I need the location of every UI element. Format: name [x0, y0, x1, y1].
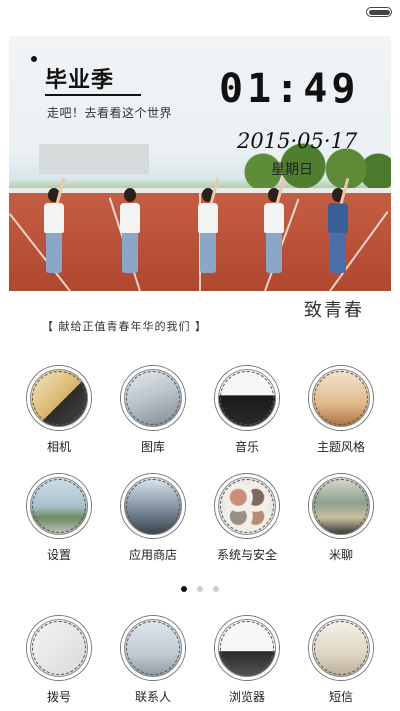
- app-label: 设置: [46, 548, 71, 562]
- app-label: 相机: [46, 440, 71, 454]
- app-store[interactable]: 应用商店: [108, 474, 198, 563]
- app-gallery[interactable]: 图库: [108, 366, 198, 455]
- clock-time[interactable]: 01:49: [219, 66, 359, 112]
- app-label: 系统与安全: [216, 548, 277, 562]
- app-theme[interactable]: 主题风格: [296, 366, 386, 455]
- app-label: 音乐: [234, 440, 259, 454]
- app-label: 米聊: [328, 548, 353, 562]
- widget-photo: 毕业季 走吧！去看看这个世界 01:49 2015·05·17 星期日: [9, 36, 391, 291]
- widget-subtitle: 走吧！去看看这个世界: [47, 106, 173, 120]
- app-music[interactable]: 音乐: [202, 366, 292, 455]
- app-label: 短信: [328, 690, 353, 704]
- contacts-icon: [121, 616, 185, 680]
- camera-icon: [27, 366, 91, 430]
- security-icon: [215, 474, 279, 538]
- dialer-icon: [27, 616, 91, 680]
- app-store-icon: [121, 474, 185, 538]
- app-contacts[interactable]: 联系人: [108, 616, 198, 705]
- clock-weekday: 星期日: [271, 162, 313, 178]
- page-dot[interactable]: [197, 586, 203, 592]
- app-browser[interactable]: 浏览器: [202, 616, 292, 705]
- app-dialer[interactable]: 拨号: [14, 616, 104, 705]
- app-miliao[interactable]: 米聊: [296, 474, 386, 563]
- widget-dedication: 【 献给正值青春年华的我们 】: [42, 320, 207, 333]
- gallery-icon: [121, 366, 185, 430]
- app-label: 主题风格: [316, 440, 365, 454]
- app-sms[interactable]: 短信: [296, 616, 386, 705]
- title-bullet: [31, 56, 37, 62]
- app-camera[interactable]: 相机: [14, 366, 104, 455]
- page-dot[interactable]: [213, 586, 219, 592]
- app-label: 应用商店: [128, 548, 177, 562]
- graduation-widget[interactable]: 毕业季 走吧！去看看这个世界 01:49 2015·05·17 星期日: [9, 36, 391, 326]
- app-label: 拨号: [46, 690, 71, 704]
- theme-icon: [309, 366, 373, 430]
- clock-date: 2015·05·17: [237, 129, 358, 153]
- app-security[interactable]: 系统与安全: [202, 474, 292, 563]
- title-underline: [45, 94, 141, 96]
- app-settings[interactable]: 设置: [14, 474, 104, 563]
- widget-title: 毕业季: [45, 68, 115, 93]
- settings-icon: [27, 474, 91, 538]
- miliao-icon: [309, 474, 373, 538]
- app-label: 浏览器: [228, 690, 265, 704]
- sms-icon: [309, 616, 373, 680]
- page-indicator[interactable]: [0, 586, 400, 592]
- browser-icon: [215, 616, 279, 680]
- app-label: 图库: [140, 440, 165, 454]
- widget-tagline: 致青春: [304, 300, 364, 321]
- app-label: 联系人: [134, 690, 171, 704]
- music-icon: [215, 366, 279, 430]
- battery-icon: [366, 7, 392, 17]
- page-dot-active[interactable]: [181, 586, 187, 592]
